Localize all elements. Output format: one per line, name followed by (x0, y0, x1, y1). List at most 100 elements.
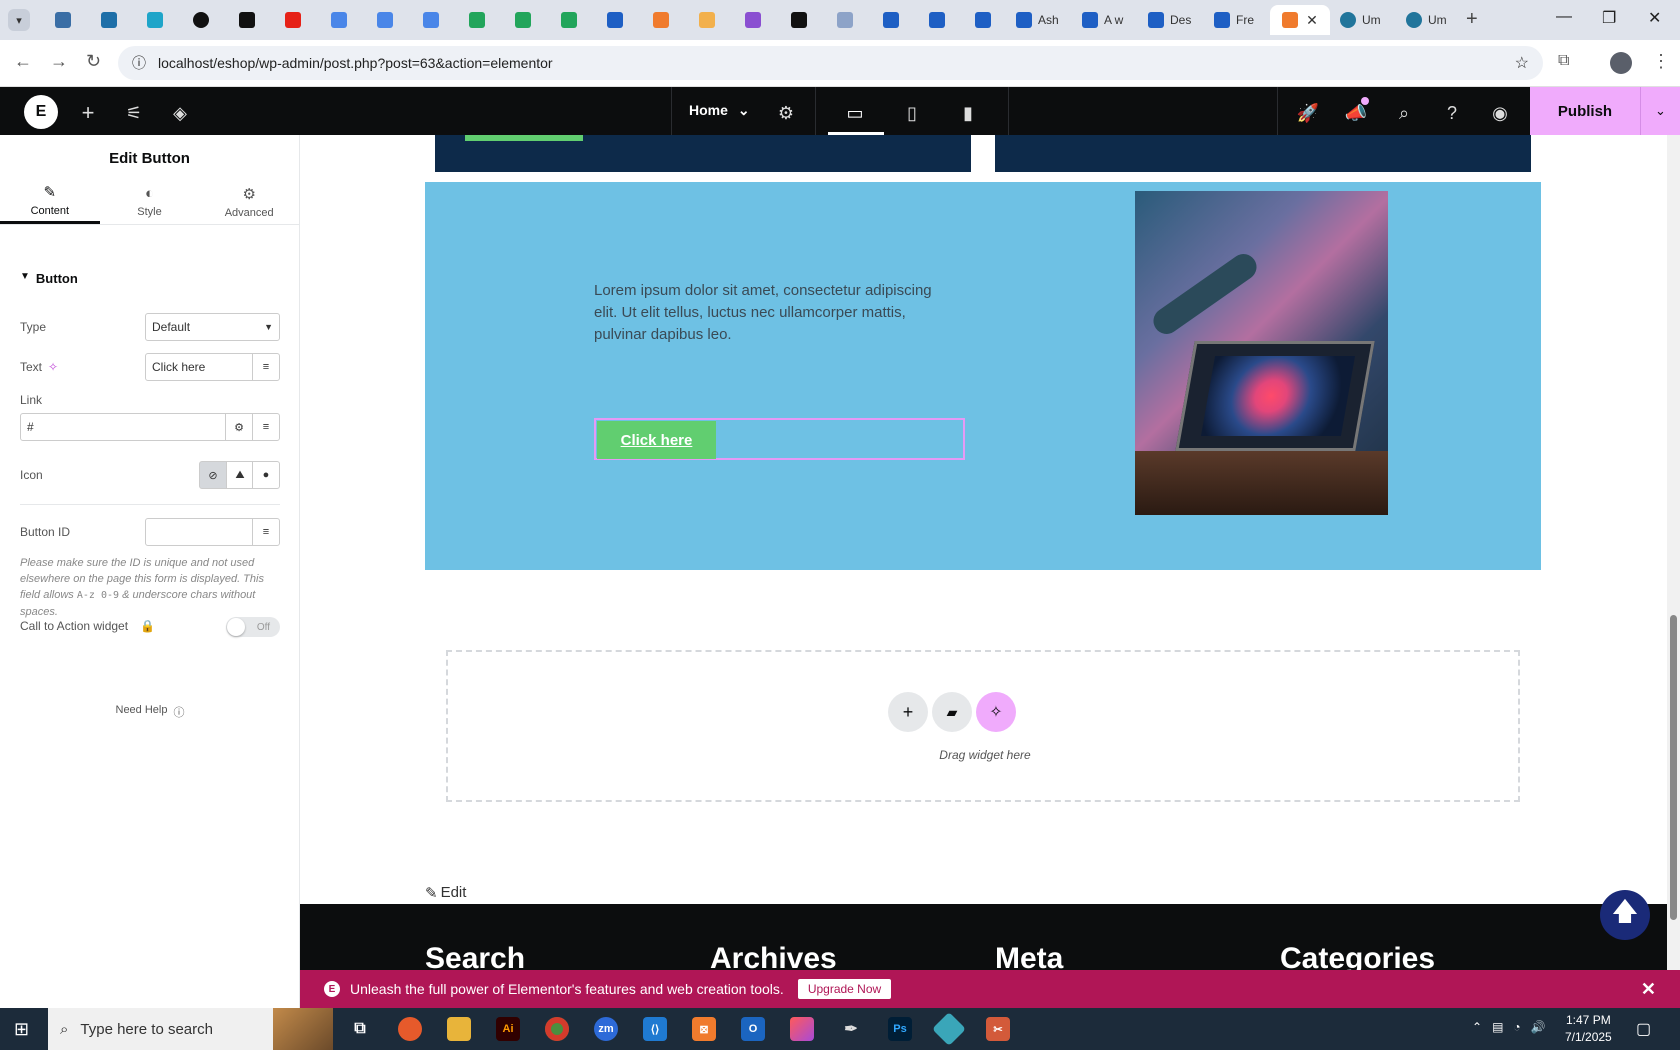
profile-avatar[interactable] (1610, 52, 1632, 74)
file-explorer-icon[interactable] (447, 1017, 471, 1041)
browser-tab[interactable]: Um (1330, 5, 1396, 35)
illustrator-icon[interactable]: Ai (496, 1017, 520, 1041)
tab-style[interactable]: ◐ Style (100, 179, 200, 224)
tablet-view-icon[interactable]: ▯ (900, 101, 924, 125)
page-scrollbar[interactable] (1667, 135, 1680, 970)
url-field[interactable]: ⓘ localhost/eshop/wp-admin/post.php?post… (118, 46, 1543, 80)
browser-tab[interactable]: Ash (1006, 5, 1072, 35)
desktop-view-icon[interactable]: ▭ (843, 101, 867, 125)
app-diamond-icon[interactable] (932, 1012, 966, 1046)
help-icon[interactable]: ? (1440, 101, 1464, 125)
link-options-gear-icon[interactable]: ⚙ (225, 413, 253, 441)
search-icon[interactable]: ⌕ (1392, 101, 1416, 125)
button-id-input[interactable] (145, 518, 253, 546)
browser-tab[interactable]: Um (1396, 5, 1462, 35)
bookmark-star-icon[interactable]: ☆ (1515, 53, 1529, 73)
app-scissors-icon[interactable]: ✂ (986, 1017, 1010, 1041)
photoshop-icon[interactable]: Ps (888, 1017, 912, 1041)
dynamic-tags-icon[interactable]: ≡ (252, 353, 280, 381)
template-library-folder-icon[interactable]: ▰ (932, 692, 972, 732)
close-window-icon[interactable]: ✕ (1648, 8, 1661, 28)
click-here-button[interactable]: Click here (597, 421, 716, 459)
tray-network-icon[interactable]: ▤ (1492, 1020, 1503, 1034)
browser-tab-active[interactable]: ✕ (1270, 5, 1330, 35)
chrome-icon[interactable] (545, 1017, 569, 1041)
close-tab-icon[interactable]: ✕ (1306, 12, 1318, 29)
browser-menu-icon[interactable]: ⋮ (1652, 51, 1670, 72)
page-settings-gear-icon[interactable]: ⚙ (774, 101, 798, 125)
scroll-to-top-arrow-icon[interactable]: 🡅 (1600, 890, 1650, 940)
browser-tab[interactable] (592, 5, 638, 35)
browser-tab[interactable] (316, 5, 362, 35)
browser-tab[interactable] (776, 5, 822, 35)
elementor-logo-icon[interactable]: E (24, 95, 58, 129)
dynamic-tags-icon[interactable]: ≡ (252, 518, 280, 546)
task-view-icon[interactable]: ⧉ (348, 1017, 372, 1041)
tab-content[interactable]: ✎ Content (0, 179, 100, 224)
new-tab-icon[interactable]: + (1466, 8, 1478, 31)
site-settings-sliders-icon[interactable]: ⚟ (122, 101, 146, 125)
browser-tab[interactable] (224, 5, 270, 35)
drop-zone[interactable]: + ▰ ✧ Drag widget here (446, 650, 1520, 802)
upgrade-now-button[interactable]: Upgrade Now (797, 979, 892, 999)
browser-tab[interactable] (270, 5, 316, 35)
extensions-icon[interactable]: ⧉ (1558, 52, 1569, 70)
browser-tab[interactable]: A w (1072, 5, 1138, 35)
minimize-icon[interactable]: — (1556, 8, 1572, 26)
browser-tab[interactable] (960, 5, 1006, 35)
cta-toggle[interactable]: Off (226, 617, 280, 637)
preview-eye-icon[interactable]: ◉ (1488, 101, 1512, 125)
need-help-link[interactable]: Need Help ⓘ (0, 704, 300, 720)
action-center-icon[interactable]: ▢ (1636, 1019, 1651, 1039)
forward-icon[interactable]: → (50, 51, 68, 72)
taskbar-search-box[interactable]: ⌕ Type here to search (48, 1008, 333, 1050)
lorem-text[interactable]: Lorem ipsum dolor sit amet, consectetur … (594, 280, 954, 346)
taskbar-clock[interactable]: 1:47 PM 7/1/2025 (1565, 1012, 1612, 1046)
ai-sparkle-icon[interactable]: ✧ (976, 692, 1016, 732)
blue-section[interactable]: Lorem ipsum dolor sit amet, consectetur … (425, 182, 1541, 570)
link-input[interactable]: # (20, 413, 226, 441)
browser-tab[interactable] (408, 5, 454, 35)
scrollbar-thumb[interactable] (1670, 615, 1677, 920)
browser-tab[interactable] (868, 5, 914, 35)
firefox-icon[interactable] (398, 1017, 422, 1041)
rocket-icon[interactable]: 🚀 (1296, 101, 1320, 125)
tray-wifi-icon[interactable]: ◔ (1513, 1020, 1520, 1034)
site-info-icon[interactable]: ⓘ (132, 53, 146, 73)
tab-advanced[interactable]: ⚙ Advanced (199, 179, 299, 224)
dynamic-tags-icon[interactable]: ≡ (252, 413, 280, 441)
close-notice-icon[interactable]: ✕ (1641, 979, 1656, 1000)
browser-tab[interactable] (362, 5, 408, 35)
tab-search-chevron-icon[interactable]: ▾ (8, 9, 30, 31)
browser-tab[interactable]: Fre (1204, 5, 1270, 35)
publish-button[interactable]: Publish (1530, 87, 1640, 135)
windows-start-icon[interactable]: ⊞ (14, 1019, 29, 1040)
browser-tab[interactable] (914, 5, 960, 35)
tray-chevron-up-icon[interactable]: ⌃ (1472, 1020, 1482, 1034)
tray-volume-icon[interactable]: 🔊 (1531, 1020, 1546, 1034)
browser-tab[interactable] (730, 5, 776, 35)
structure-layers-icon[interactable]: ◈ (168, 101, 192, 125)
zoom-icon[interactable]: zm (594, 1017, 618, 1041)
browser-tab[interactable] (546, 5, 592, 35)
browser-tab[interactable] (86, 5, 132, 35)
browser-tab[interactable] (132, 5, 178, 35)
page-selector[interactable]: Home ⌄ (689, 102, 750, 119)
icon-upload-svg-icon[interactable]: ⛰ (226, 461, 254, 489)
mobile-view-icon[interactable]: ▮ (956, 101, 980, 125)
browser-tab[interactable] (500, 5, 546, 35)
browser-tab[interactable] (454, 5, 500, 35)
type-select[interactable]: Default ▼ (145, 313, 280, 341)
xampp-icon[interactable]: ⊠ (692, 1017, 716, 1041)
publish-options-chevron-icon[interactable]: ⌄ (1640, 87, 1680, 135)
text-input[interactable]: Click here (145, 353, 253, 381)
outlook-icon[interactable]: O (741, 1017, 765, 1041)
icon-library-circle-icon[interactable]: ● (252, 461, 280, 489)
pen-tool-icon[interactable]: ✒ (839, 1017, 863, 1041)
browser-tab[interactable] (178, 5, 224, 35)
browser-tab[interactable] (40, 5, 86, 35)
browser-tab[interactable] (684, 5, 730, 35)
edit-link[interactable]: ✎ Edit (425, 884, 466, 902)
button-widget-selected[interactable]: Click here (594, 418, 965, 460)
reload-icon[interactable]: ↻ (86, 51, 101, 72)
